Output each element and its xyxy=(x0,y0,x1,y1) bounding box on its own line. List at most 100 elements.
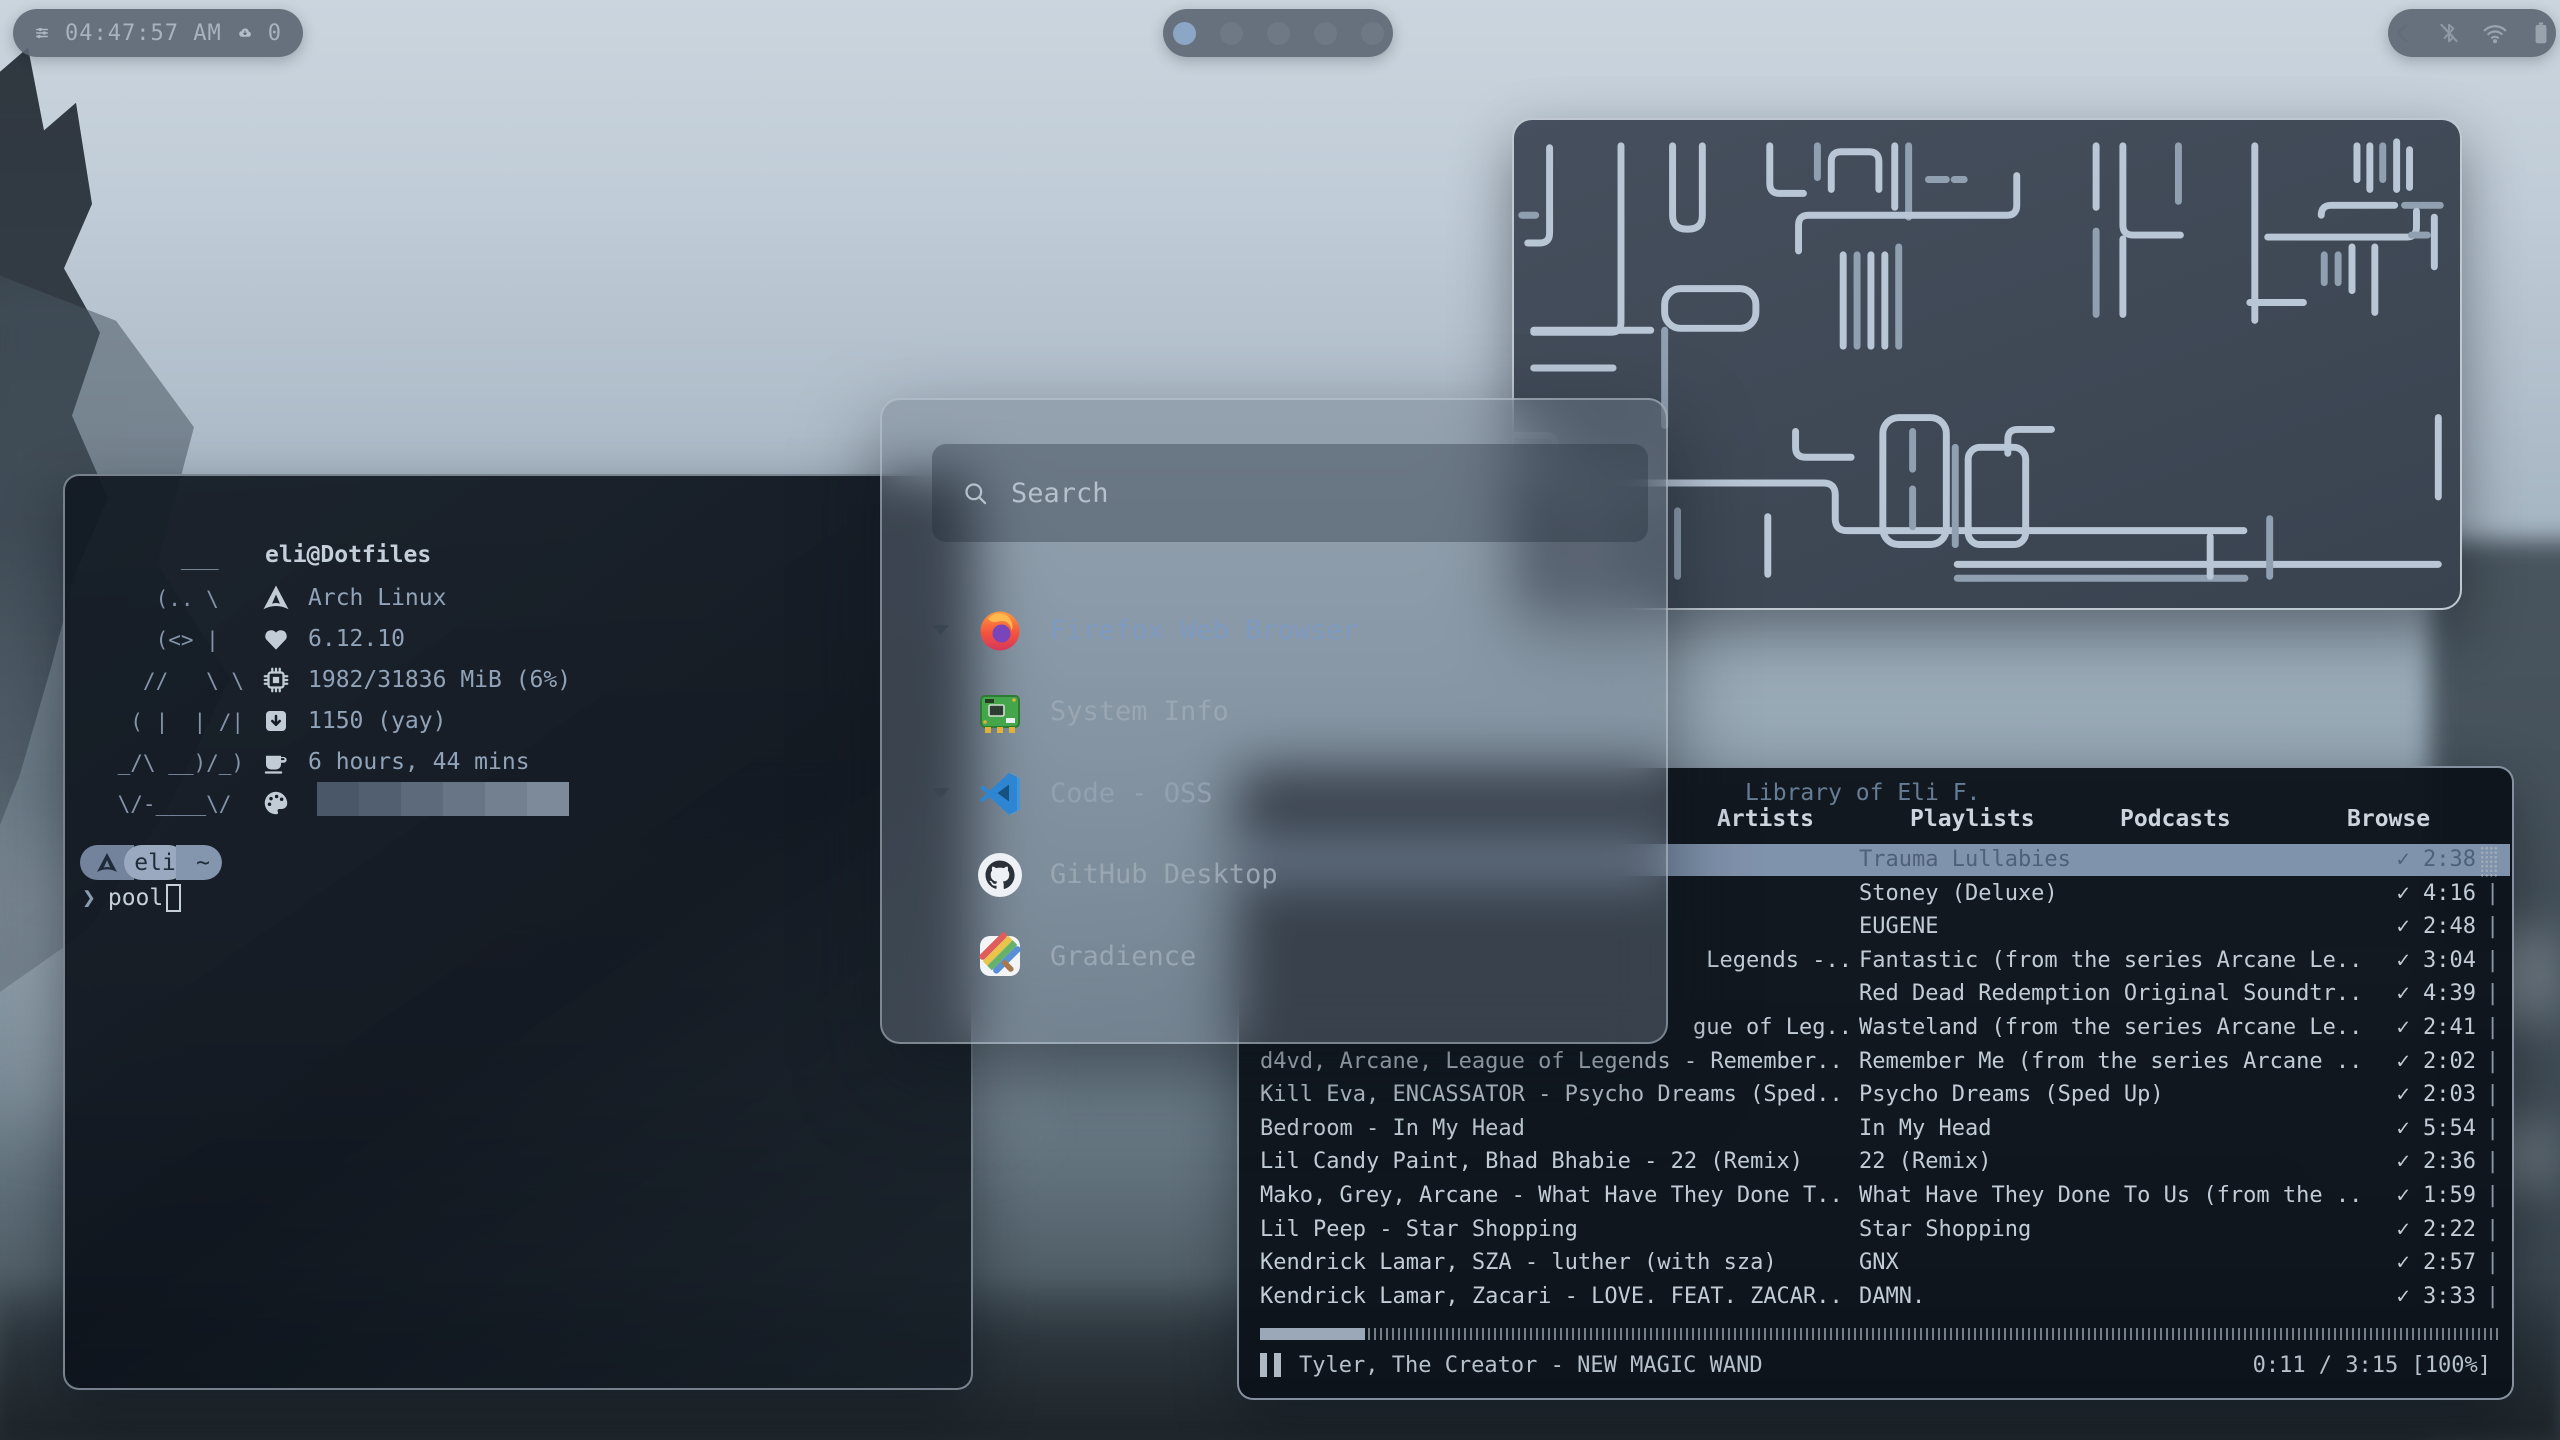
fetch-row: 1982/31836 MiB (6%) xyxy=(261,659,571,700)
track-artist-title: d4vd, Arcane, League of Legends - Rememb… xyxy=(1260,1049,1852,1074)
workspace-dot-2[interactable] xyxy=(1220,22,1243,45)
color-swatch xyxy=(359,782,401,816)
terminal-window[interactable]: ___ (.. \ (<> | // \ \ ( | | /| _/\ __)/… xyxy=(63,474,973,1390)
tab-playlists[interactable]: Playlists xyxy=(1910,806,2035,832)
track-artist-title: Bedroom - In My Head xyxy=(1260,1116,1852,1141)
track-duration: ✓ 2:03 xyxy=(2331,1082,2476,1107)
updates-count: 0 xyxy=(268,21,281,46)
app-row-code-oss[interactable]: Code - OSS xyxy=(882,761,1666,825)
progress-bar[interactable] xyxy=(1260,1328,2499,1340)
app-row-firefox-web-browser[interactable]: Firefox Web Browser xyxy=(882,598,1666,662)
fetch-title: eli@Dotfiles xyxy=(265,542,431,568)
memory-icon xyxy=(261,665,291,695)
kernel-icon xyxy=(261,624,291,654)
scrollbar-track: | xyxy=(2486,1149,2499,1174)
uptime-icon xyxy=(261,747,291,777)
fetch-row: 1150 (yay) xyxy=(261,700,446,741)
track-row[interactable]: Kendrick Lamar, SZA - luther (with sza)G… xyxy=(1241,1247,2510,1279)
wifi-icon[interactable] xyxy=(2482,20,2508,46)
track-row[interactable]: d4vd, Arcane, League of Legends - Rememb… xyxy=(1241,1046,2510,1078)
now-playing-text: Tyler, The Creator - NEW MAGIC WAND xyxy=(1299,1353,1763,1378)
player-title: Library of Eli F. xyxy=(1745,780,1980,806)
track-artist-title: Lil Candy Paint, Bhad Bhabie - 22 (Remix… xyxy=(1260,1149,1852,1174)
gradience-icon xyxy=(976,932,1024,980)
scrollbar-track: | xyxy=(2486,981,2499,1006)
tab-artists[interactable]: Artists xyxy=(1717,806,1814,832)
scrollbar-track: | xyxy=(2486,1116,2499,1141)
command-text: pool xyxy=(108,885,163,911)
scrollbar-track: | xyxy=(2486,1082,2499,1107)
fastfetch-ascii-logo: ___ (.. \ (<> | // \ \ ( | | /| _/\ __)/… xyxy=(105,538,244,825)
caret-down-icon xyxy=(930,624,950,636)
battery-icon[interactable] xyxy=(2528,20,2554,46)
app-label: Firefox Web Browser xyxy=(1050,615,1359,646)
terminal-color-palette xyxy=(317,782,569,816)
app-label: Code - OSS xyxy=(1050,778,1213,809)
chevron-left-icon[interactable] xyxy=(2390,20,2416,46)
scrollbar-track: | xyxy=(2486,1015,2499,1040)
app-row-system-info[interactable]: System Info xyxy=(882,680,1666,744)
track-row[interactable]: Kendrick Lamar, Zacari - LOVE. FEAT. ZAC… xyxy=(1241,1281,2510,1313)
track-duration: ✓ 5:54 xyxy=(2331,1116,2476,1141)
system-info-icon xyxy=(976,688,1024,736)
track-row[interactable]: Lil Peep - Star ShoppingStar Shopping✓ 2… xyxy=(1241,1214,2510,1246)
scrollbar-track: | xyxy=(2486,948,2499,973)
system-tray xyxy=(2388,9,2556,57)
track-row[interactable]: Mako, Grey, Arcane - What Have They Done… xyxy=(1241,1180,2510,1212)
packages-icon xyxy=(261,706,291,736)
workspace-dot-5[interactable] xyxy=(1361,22,1384,45)
palette-icon xyxy=(261,788,291,818)
fetch-value: 1982/31836 MiB (6%) xyxy=(308,667,571,693)
clock[interactable]: 04:47:57 AM xyxy=(65,21,222,46)
prompt-directory: ~ xyxy=(176,845,222,880)
app-row-github-desktop[interactable]: GitHub Desktop xyxy=(882,843,1666,907)
track-duration: ✓ 3:33 xyxy=(2331,1284,2476,1309)
track-duration: ✓ 2:57 xyxy=(2331,1250,2476,1275)
shell-prompt: eli ~ xyxy=(80,845,222,880)
fetch-value: 6 hours, 44 mins xyxy=(308,749,530,775)
workspace-dot-1[interactable] xyxy=(1173,22,1196,45)
search-input[interactable] xyxy=(1011,478,1618,509)
search-box[interactable] xyxy=(932,444,1648,542)
track-artist-title: Mako, Grey, Arcane - What Have They Done… xyxy=(1260,1183,1852,1208)
code-oss-icon xyxy=(976,769,1024,817)
track-row[interactable]: Lil Candy Paint, Bhad Bhabie - 22 (Remix… xyxy=(1241,1146,2510,1178)
track-duration: ✓ 4:39 xyxy=(2331,981,2476,1006)
playback-position: 0:11 / 3:15 [100%] xyxy=(2253,1353,2491,1378)
scrollbar-track: | xyxy=(2486,1284,2499,1309)
color-swatch xyxy=(401,782,443,816)
progress-fill xyxy=(1260,1328,1365,1340)
desktop: ___ (.. \ (<> | // \ \ ( | | /| _/\ __)/… xyxy=(0,0,2560,1440)
fetch-value: 1150 (yay) xyxy=(308,708,446,734)
tab-browse[interactable]: Browse xyxy=(2347,806,2430,832)
track-row[interactable]: Kill Eva, ENCASSATOR - Psycho Dreams (Sp… xyxy=(1241,1079,2510,1111)
scrollbar-track: | xyxy=(2486,1049,2499,1074)
workspace-dot-3[interactable] xyxy=(1267,22,1290,45)
pause-icon[interactable] xyxy=(1260,1353,1281,1377)
workspace-dot-4[interactable] xyxy=(1314,22,1337,45)
track-duration: ✓ 2:48 xyxy=(2331,914,2476,939)
github-icon xyxy=(976,851,1024,899)
track-artist-title: Kill Eva, ENCASSATOR - Psycho Dreams (Sp… xyxy=(1260,1082,1852,1107)
app-row-gradience[interactable]: Gradience xyxy=(882,924,1666,988)
scrollbar-thumb[interactable] xyxy=(2480,846,2498,877)
fetch-value: 6.12.10 xyxy=(308,626,405,652)
color-swatch xyxy=(527,782,569,816)
fetch-row: Arch Linux xyxy=(261,577,446,618)
fetch-value: Arch Linux xyxy=(308,585,446,611)
bluetooth-off-icon[interactable] xyxy=(2436,20,2462,46)
track-duration: ✓ 4:16 xyxy=(2331,881,2476,906)
tab-podcasts[interactable]: Podcasts xyxy=(2120,806,2231,832)
app-label: GitHub Desktop xyxy=(1050,859,1278,890)
fetch-row: 6 hours, 44 mins xyxy=(261,741,530,782)
track-duration: ✓ 2:38 xyxy=(2331,847,2476,872)
arch-icon xyxy=(261,583,291,613)
app-launcher[interactable]: Firefox Web Browser System Info Code - OSS… xyxy=(880,398,1668,1044)
sliders-icon[interactable] xyxy=(35,20,49,46)
command-line[interactable]: ❯ pool xyxy=(82,884,181,912)
color-swatch xyxy=(485,782,527,816)
track-row[interactable]: Bedroom - In My HeadIn My Head✓ 5:54| xyxy=(1241,1113,2510,1145)
cloud-download-icon[interactable] xyxy=(238,20,252,46)
scrollbar-track: | xyxy=(2486,1250,2499,1275)
track-artist-title: Kendrick Lamar, SZA - luther (with sza) xyxy=(1260,1250,1852,1275)
